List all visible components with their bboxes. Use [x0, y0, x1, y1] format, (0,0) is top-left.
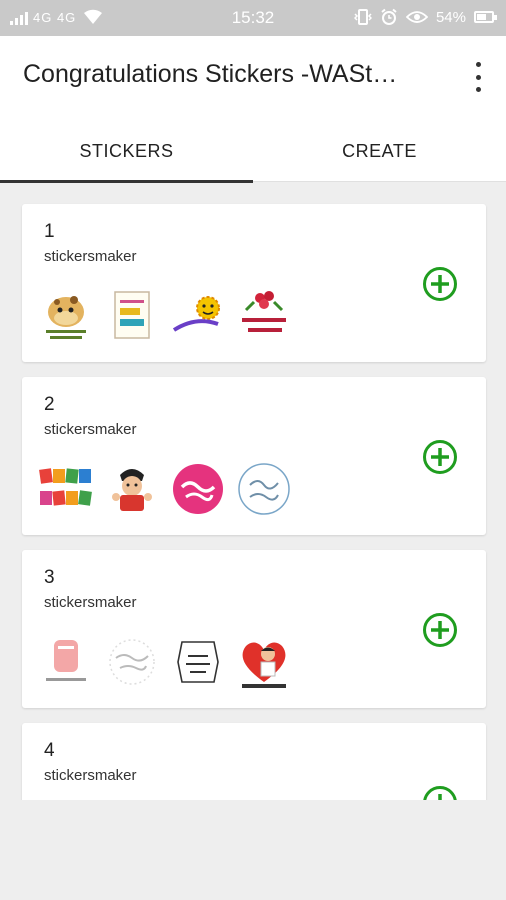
tab-create[interactable]: CREATE [253, 120, 506, 182]
eye-icon [405, 11, 428, 23]
pack-number: 2 [44, 394, 55, 415]
pack-author: stickersmaker [44, 594, 137, 611]
doctor-heart-sticker [242, 642, 286, 688]
battery-icon [474, 11, 497, 23]
pack-author: stickersmaker [44, 248, 137, 265]
add-pack-icon[interactable] [422, 612, 458, 648]
get-well-soon-text-sticker [109, 639, 155, 685]
sticker-pack-list[interactable]: 1 stickersmaker 2 stickersmaker 3 sticke… [0, 182, 506, 800]
sticker-preview-row [36, 459, 294, 519]
pack-author: stickersmaker [44, 767, 137, 784]
vibrate-icon [353, 9, 372, 25]
pack-author: stickersmaker [44, 421, 137, 438]
sticker-pack-card[interactable]: 3 stickersmaker [22, 550, 486, 708]
alarm-icon [381, 8, 397, 25]
get-well-card-sticker [46, 640, 86, 681]
sticker-pack-card[interactable]: 1 stickersmaker [22, 204, 486, 362]
tab-bar: STICKERS CREATE [0, 120, 506, 183]
status-right: 54% [353, 8, 497, 26]
sticker-preview-row [36, 286, 294, 346]
more-vert-icon[interactable] [468, 62, 488, 92]
pack-number: 1 [44, 221, 55, 242]
add-pack-icon[interactable] [422, 785, 458, 800]
add-pack-icon[interactable] [422, 439, 458, 475]
sticker-pack-card[interactable]: 2 stickersmaker [22, 377, 486, 535]
pack-number: 3 [44, 567, 55, 588]
app-title: Congratulations Stickers -WASt… [23, 60, 398, 88]
cartoon-boy-sticker [112, 469, 152, 511]
status-bar: 4G 4G 15:32 54% [0, 0, 506, 36]
giraffe-sticker [46, 296, 86, 339]
roses-nice-day-sticker [242, 291, 286, 332]
pack-number: 4 [44, 740, 55, 761]
tab-stickers[interactable]: STICKERS [0, 120, 253, 183]
sticker-pack-card[interactable]: 4 stickersmaker [22, 723, 486, 800]
sun-smiley-sticker [172, 296, 220, 332]
good-luck-circle-sticker [238, 463, 290, 515]
add-pack-icon[interactable] [422, 266, 458, 302]
app-bar: Congratulations Stickers -WASt… [0, 36, 506, 120]
sticker-preview-row [36, 632, 294, 692]
battery-percent: 54% [435, 8, 466, 26]
good-luck-letters-sticker [39, 468, 92, 506]
have-a-nice-day-card-sticker [114, 291, 150, 339]
pink-good-luck-sticker [173, 464, 223, 514]
frame-sticker [177, 641, 219, 683]
